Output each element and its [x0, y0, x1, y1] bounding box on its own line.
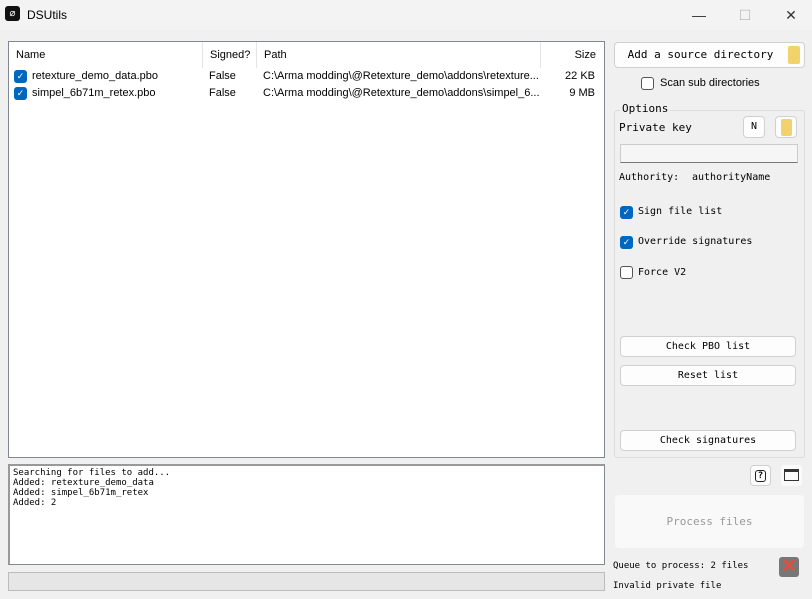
- file-path: C:\Arma modding\@Retexture_demo\addons\r…: [263, 70, 539, 82]
- log-line: Searching for files to add...: [13, 468, 171, 478]
- file-name: retexture_demo_data.pbo: [32, 70, 158, 82]
- scan-sub-label: Scan sub directories: [660, 77, 760, 89]
- help-button[interactable]: ?: [750, 465, 771, 486]
- error-x-icon: ✕: [779, 557, 799, 577]
- row-checkbox[interactable]: ✓: [14, 70, 27, 83]
- window-icon: [784, 469, 799, 481]
- force-v2-checkbox[interactable]: [620, 266, 633, 279]
- log-line: Added: retexture_demo_data: [13, 478, 154, 488]
- file-size: 9 MB: [569, 87, 595, 99]
- authority-value: authorityName: [692, 172, 771, 183]
- sign-file-list-checkbox[interactable]: ✓: [620, 206, 633, 219]
- maximize-button[interactable]: ☐: [722, 0, 768, 30]
- scan-sub-checkbox[interactable]: [641, 77, 654, 90]
- table-row[interactable]: ✓ retexture_demo_data.pbo False C:\Arma …: [9, 68, 604, 85]
- file-size: 22 KB: [565, 70, 595, 82]
- options-title: Options: [620, 102, 671, 115]
- folder-icon: [781, 119, 792, 136]
- check-pbo-list-button[interactable]: Check PBO list: [620, 336, 796, 357]
- window-title: DSUtils: [27, 8, 68, 22]
- minimize-button[interactable]: —: [676, 0, 722, 30]
- private-key-label: Private key: [619, 121, 692, 134]
- file-path: C:\Arma modding\@Retexture_demo\addons\s…: [263, 87, 540, 99]
- browse-key-button[interactable]: [775, 116, 797, 138]
- folder-icon: [788, 46, 800, 64]
- table-row[interactable]: ✓ simpel_6b71m_retex.pbo False C:\Arma m…: [9, 85, 604, 102]
- reset-list-button[interactable]: Reset list: [620, 365, 796, 386]
- log-line: Added: simpel_6b71m_retex: [13, 488, 149, 498]
- file-name: simpel_6b71m_retex.pbo: [32, 87, 156, 99]
- app-icon: ⌀: [5, 6, 20, 21]
- log-line: Added: 2: [13, 498, 57, 508]
- signed-value: False: [209, 70, 236, 82]
- error-status: Invalid private file: [613, 581, 722, 591]
- console-toggle-button[interactable]: [781, 465, 802, 486]
- override-signatures-checkbox[interactable]: ✓: [620, 236, 633, 249]
- check-signatures-button[interactable]: Check signatures: [620, 430, 796, 451]
- column-path[interactable]: Path: [257, 42, 541, 68]
- log-output[interactable]: Searching for files to add... Added: rete…: [8, 464, 605, 565]
- queue-status: Queue to process: 2 files: [613, 561, 749, 571]
- help-icon: ?: [754, 470, 767, 482]
- private-key-path-input[interactable]: [620, 144, 798, 163]
- add-source-directory-button[interactable]: Add a source directory: [614, 42, 805, 68]
- close-button[interactable]: ✕: [768, 0, 812, 30]
- pbo-table[interactable]: Name Signed? Path Size ✓ retexture_demo_…: [8, 41, 605, 458]
- override-signatures-label: Override signatures: [638, 236, 753, 247]
- force-v2-label: Force V2: [638, 267, 687, 278]
- row-checkbox[interactable]: ✓: [14, 87, 27, 100]
- column-signed[interactable]: Signed?: [203, 42, 257, 68]
- column-name[interactable]: Name: [9, 42, 203, 68]
- title-bar: ⌀ DSUtils — ☐ ✕: [0, 0, 812, 30]
- process-files-button[interactable]: Process files: [615, 495, 804, 548]
- signed-value: False: [209, 87, 236, 99]
- column-size[interactable]: Size: [541, 42, 604, 68]
- authority-label: Authority:: [619, 172, 680, 183]
- progress-bar: [8, 572, 605, 591]
- add-source-label: Add a source directory: [627, 48, 774, 61]
- sign-file-list-label: Sign file list: [638, 206, 723, 217]
- new-key-button[interactable]: N: [743, 116, 765, 138]
